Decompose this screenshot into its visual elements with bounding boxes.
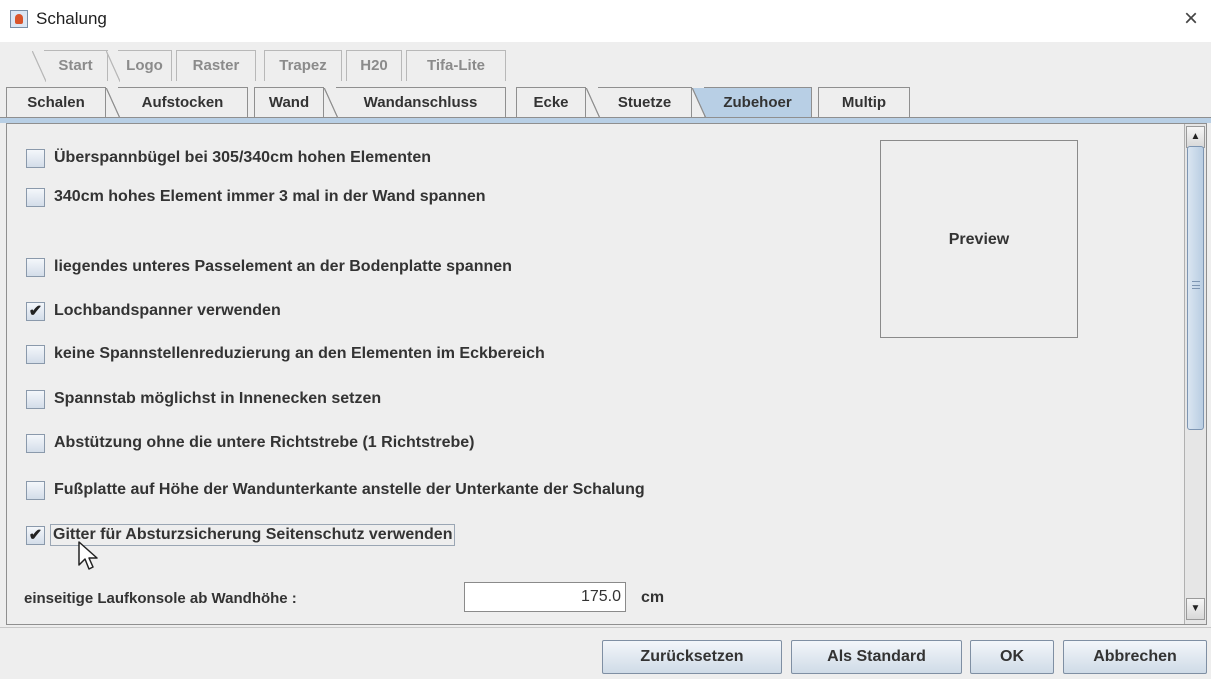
tab-raster[interactable]: Raster — [176, 50, 256, 81]
option-ueberspannbuegel[interactable]: Überspannbügel bei 305/340cm hohen Eleme… — [26, 146, 431, 170]
grip-icon — [1192, 281, 1200, 289]
checkbox[interactable] — [26, 148, 45, 168]
tab-logo[interactable]: Logo — [106, 50, 172, 82]
close-icon[interactable]: × — [1178, 7, 1204, 33]
tab-h20[interactable]: H20 — [346, 50, 402, 81]
option-label: Gitter für Absturzsicherung Seitenschutz… — [49, 524, 456, 546]
option-label: liegendes unteres Passelement an der Bod… — [54, 258, 512, 275]
option-340cm-element[interactable]: 340cm hohes Element immer 3 mal in der W… — [26, 185, 486, 209]
option-spannstellenreduzierung[interactable]: keine Spannstellenreduzierung an den Ele… — [26, 342, 545, 366]
laufkonsole-height-input[interactable] — [464, 582, 626, 612]
tab-row-top: Start Logo Raster Trapez H20 Tifa-Lite — [0, 50, 600, 82]
checkbox[interactable] — [26, 187, 45, 207]
tab-zubehoer[interactable]: Zubehoer — [692, 87, 812, 119]
window-title: Schalung — [36, 9, 107, 28]
scroll-up-icon[interactable]: ▲ — [1186, 126, 1205, 148]
checkbox[interactable] — [26, 389, 45, 409]
unit-label: cm — [641, 589, 665, 606]
tab-schalen[interactable]: Schalen — [6, 87, 106, 118]
option-abstuetzung[interactable]: Abstützung ohne die untere Richtstrebe (… — [26, 431, 474, 455]
checkbox[interactable] — [26, 433, 45, 453]
mouse-cursor-icon — [78, 541, 98, 570]
option-label: Lochbandspanner verwenden — [54, 302, 281, 319]
tab-row-bottom: Schalen Aufstocken Wand Wandanschluss Ec… — [0, 87, 920, 119]
tab-wand[interactable]: Wand — [254, 87, 324, 118]
option-label: Spannstab möglichst in Innenecken setzen — [54, 390, 382, 407]
reset-button[interactable]: Zurücksetzen — [602, 640, 782, 674]
laufkonsole-label: einseitige Laufkonsole ab Wandhöhe : — [24, 590, 297, 607]
tab-trapez[interactable]: Trapez — [264, 50, 342, 81]
check-mark-icon: ✔ — [28, 302, 43, 320]
java-cup-icon — [10, 10, 28, 28]
checkbox[interactable] — [26, 344, 45, 364]
tab-stuetze[interactable]: Stuetze — [586, 87, 692, 119]
preview-box[interactable]: Preview — [880, 140, 1078, 338]
tab-aufstocken[interactable]: Aufstocken — [106, 87, 248, 119]
footer-separator — [0, 627, 1211, 628]
check-mark-icon: ✔ — [28, 526, 43, 544]
option-label: Überspannbügel bei 305/340cm hohen Eleme… — [54, 149, 431, 166]
scroll-down-icon[interactable]: ▼ — [1186, 598, 1205, 620]
option-lochbandspanner[interactable]: ✔ Lochbandspanner verwenden — [26, 299, 281, 323]
option-label: Abstützung ohne die untere Richtstrebe (… — [54, 434, 475, 451]
tab-ecke[interactable]: Ecke — [516, 87, 586, 118]
checkbox[interactable]: ✔ — [26, 525, 45, 545]
option-label: 340cm hohes Element immer 3 mal in der W… — [54, 188, 486, 205]
preview-label: Preview — [948, 231, 1010, 248]
title-bar: Schalung × — [0, 0, 1211, 42]
tab-start[interactable]: Start — [32, 50, 108, 82]
option-label: Fußplatte auf Höhe der Wandunterkante an… — [54, 481, 645, 498]
set-default-button[interactable]: Als Standard — [791, 640, 962, 674]
checkbox[interactable]: ✔ — [26, 301, 45, 321]
tab-wandanschluss[interactable]: Wandanschluss — [324, 87, 506, 119]
cancel-button[interactable]: Abbrechen — [1063, 640, 1207, 674]
tab-multip[interactable]: Multip — [818, 87, 910, 118]
tab-tifa-lite[interactable]: Tifa-Lite — [406, 50, 506, 81]
vertical-scrollbar[interactable]: ▲ ▼ — [1184, 124, 1206, 624]
scroll-thumb[interactable] — [1187, 146, 1204, 430]
option-fussplatte[interactable]: Fußplatte auf Höhe der Wandunterkante an… — [26, 478, 645, 502]
option-label: keine Spannstellenreduzierung an den Ele… — [54, 345, 545, 362]
checkbox[interactable] — [26, 480, 45, 500]
option-spannstab-innenecken[interactable]: Spannstab möglichst in Innenecken setzen — [26, 387, 381, 411]
ok-button[interactable]: OK — [970, 640, 1054, 674]
checkbox[interactable] — [26, 257, 45, 277]
option-liegendes-passelement[interactable]: liegendes unteres Passelement an der Bod… — [26, 255, 512, 279]
